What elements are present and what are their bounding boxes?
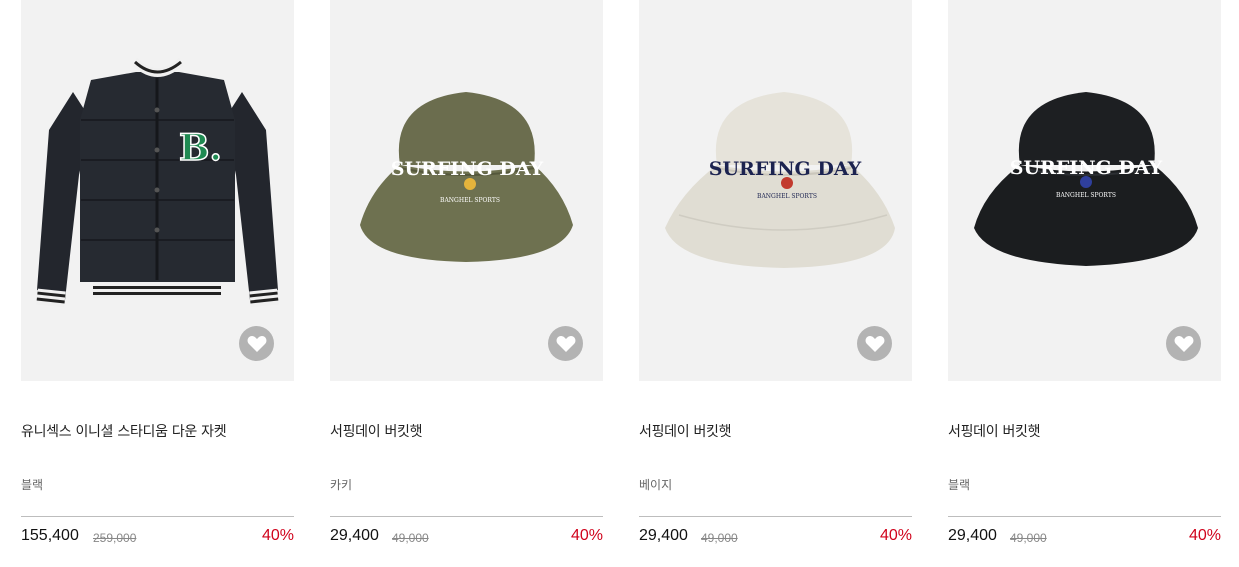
- divider: [330, 516, 603, 517]
- product-color: 블랙: [21, 478, 44, 492]
- discount-rate: 40%: [1188, 527, 1221, 544]
- divider: [639, 516, 912, 517]
- jacket-image: B.: [36, 58, 279, 308]
- bucket-hat-image: SURFING DAY BANGHEL SPORTS: [974, 92, 1198, 266]
- bucket-hat-image: SURFING DAY BANGHEL SPORTS: [360, 92, 573, 262]
- discount-rate: 40%: [261, 527, 294, 544]
- original-price: 49,000: [392, 531, 429, 545]
- original-price: 259,000: [93, 531, 137, 545]
- price-row: 29,400 49,000 40%: [330, 527, 603, 549]
- product-color: 베이지: [639, 478, 673, 492]
- hat-print-sub: BANGHEL SPORTS: [1056, 192, 1116, 199]
- product-image[interactable]: SURFING DAY BANGHEL SPORTS: [639, 0, 912, 381]
- product-name[interactable]: 서핑데이 버킷햇: [639, 421, 732, 441]
- product-color: 카키: [330, 478, 353, 492]
- price-row: 29,400 49,000 40%: [948, 527, 1221, 549]
- original-price: 49,000: [1010, 531, 1047, 545]
- hat-print-sub: BANGHEL SPORTS: [757, 193, 817, 200]
- sale-price: 29,400: [330, 527, 379, 544]
- sale-price: 29,400: [948, 527, 997, 544]
- heart-icon: [556, 335, 575, 352]
- heart-icon: [1174, 335, 1193, 352]
- product-name[interactable]: 서핑데이 버킷햇: [330, 421, 423, 441]
- product-image[interactable]: SURFING DAY BANGHEL SPORTS: [330, 0, 603, 381]
- hat-print: SURFING DAY: [1010, 157, 1163, 179]
- hat-print-sub: BANGHEL SPORTS: [440, 197, 500, 204]
- wish-button[interactable]: [857, 326, 892, 361]
- price-row: 155,400 259,000 40%: [21, 527, 294, 549]
- product-grid: B. 유니섹스 이니셜 스타디움 다운 자켓 블랙 155,400 259,00…: [0, 0, 1239, 567]
- discount-rate: 40%: [570, 527, 603, 544]
- jacket-patch: B.: [179, 127, 222, 169]
- divider: [948, 516, 1221, 517]
- wish-button[interactable]: [548, 326, 583, 361]
- product-card[interactable]: B. 유니섹스 이니셜 스타디움 다운 자켓 블랙 155,400 259,00…: [21, 0, 294, 567]
- product-name[interactable]: 서핑데이 버킷햇: [948, 421, 1041, 441]
- discount-rate: 40%: [879, 527, 912, 544]
- product-name[interactable]: 유니섹스 이니셜 스타디움 다운 자켓: [21, 421, 227, 441]
- hat-print: SURFING DAY: [709, 158, 862, 180]
- wish-button[interactable]: [239, 326, 274, 361]
- product-card[interactable]: SURFING DAY BANGHEL SPORTS 서핑데이 버킷햇 블랙 2…: [948, 0, 1221, 567]
- product-image[interactable]: B.: [21, 0, 294, 381]
- original-price: 49,000: [701, 531, 738, 545]
- price-row: 29,400 49,000 40%: [639, 527, 912, 549]
- heart-icon: [865, 335, 884, 352]
- heart-icon: [247, 335, 266, 352]
- product-card[interactable]: SURFING DAY BANGHEL SPORTS 서핑데이 버킷햇 베이지 …: [639, 0, 912, 567]
- product-color: 블랙: [948, 478, 971, 492]
- product-image[interactable]: SURFING DAY BANGHEL SPORTS: [948, 0, 1221, 381]
- divider: [21, 516, 294, 517]
- sale-price: 155,400: [21, 527, 79, 544]
- bucket-hat-image: SURFING DAY BANGHEL SPORTS: [665, 92, 895, 268]
- hat-print: SURFING DAY: [391, 158, 544, 180]
- product-card[interactable]: SURFING DAY BANGHEL SPORTS 서핑데이 버킷햇 카키 2…: [330, 0, 603, 567]
- sale-price: 29,400: [639, 527, 688, 544]
- wish-button[interactable]: [1166, 326, 1201, 361]
